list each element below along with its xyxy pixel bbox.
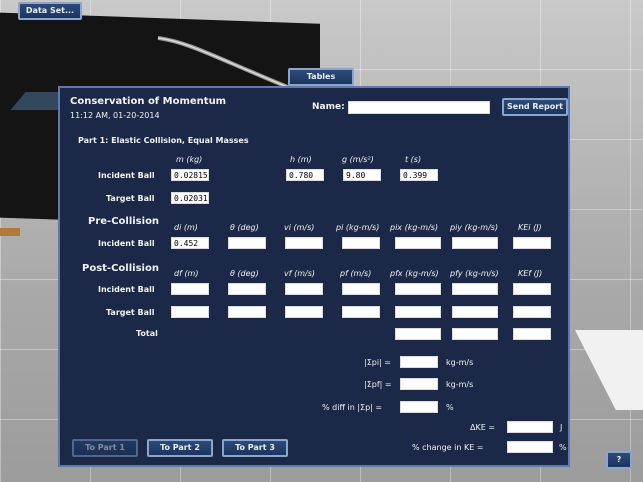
delta-ke-unit: J	[560, 423, 563, 432]
pfx-total-field[interactable]	[395, 328, 441, 340]
m-incident-field[interactable]: 0.02815	[171, 169, 209, 181]
pfy-incident-field[interactable]	[452, 283, 498, 295]
incident-ball-label: Incident Ball	[98, 171, 155, 180]
pfx-target-field[interactable]	[395, 306, 441, 318]
col-g: g (m/s²)	[342, 155, 374, 164]
to-part1-button[interactable]: To Part 1	[72, 439, 138, 457]
help-button[interactable]: ?	[606, 451, 632, 469]
pct-change-ke-label: % change in KE =	[412, 443, 484, 452]
m-target-field[interactable]: 0.02031	[171, 192, 209, 204]
data-set-button[interactable]: Data Set...	[18, 2, 82, 20]
kef-target-field[interactable]	[513, 306, 551, 318]
target-ball-label: Target Ball	[106, 194, 155, 203]
col-h: h (m)	[290, 155, 312, 164]
pre-col-pi: pi (kg-m/s)	[336, 223, 380, 232]
pre-incident-label: Incident Ball	[98, 239, 155, 248]
panel-title: Conservation of Momentum	[70, 96, 227, 107]
theta-target-field[interactable]	[228, 306, 266, 318]
name-input[interactable]	[348, 101, 490, 114]
pfy-total-field[interactable]	[452, 328, 498, 340]
kei-field[interactable]	[513, 237, 551, 249]
piy-field[interactable]	[452, 237, 498, 249]
pfy-target-field[interactable]	[452, 306, 498, 318]
sum-pf-unit: kg-m/s	[446, 380, 474, 389]
post-target-label: Target Ball	[106, 308, 155, 317]
delta-ke-field[interactable]	[507, 421, 553, 433]
df-target-field[interactable]	[171, 306, 209, 318]
col-t: t (s)	[405, 155, 422, 164]
post-col-df: df (m)	[174, 269, 199, 278]
post-incident-label: Incident Ball	[98, 285, 155, 294]
momentum-table-panel: Conservation of Momentum 11:12 AM, 01-20…	[58, 86, 570, 467]
pct-diff-field[interactable]	[400, 401, 438, 413]
pix-field[interactable]	[395, 237, 441, 249]
pre-col-piy: piy (kg-m/s)	[450, 223, 499, 232]
to-part3-button[interactable]: To Part 3	[222, 439, 288, 457]
pre-col-theta: θ (deg)	[230, 223, 259, 232]
post-col-theta: θ (deg)	[230, 269, 259, 278]
pi-field[interactable]	[342, 237, 380, 249]
sum-pi-label: |Σpi| =	[364, 358, 391, 367]
pf-incident-field[interactable]	[342, 283, 380, 295]
pre-col-di: di (m)	[174, 223, 198, 232]
kef-incident-field[interactable]	[513, 283, 551, 295]
pre-col-vi: vi (m/s)	[284, 223, 315, 232]
post-col-pf: pf (m/s)	[340, 269, 372, 278]
delta-ke-label: ΔKE =	[470, 423, 496, 432]
timestamp: 11:12 AM, 01-20-2014	[70, 111, 160, 120]
send-report-button[interactable]: Send Report	[502, 98, 568, 116]
sum-pi-unit: kg-m/s	[446, 358, 474, 367]
to-part2-button[interactable]: To Part 2	[147, 439, 213, 457]
pct-diff-unit: %	[446, 403, 454, 412]
vf-target-field[interactable]	[285, 306, 323, 318]
sum-pf-label: |Σpf| =	[364, 380, 392, 389]
post-col-kef: KEf (J)	[518, 269, 543, 278]
pct-change-ke-field[interactable]	[507, 441, 553, 453]
post-col-vf: vf (m/s)	[284, 269, 315, 278]
post-col-pfy: pfy (kg-m/s)	[450, 269, 499, 278]
post-col-pfx: pfx (kg-m/s)	[390, 269, 439, 278]
di-incident-field[interactable]: 0.452	[171, 237, 209, 249]
sum-pf-field[interactable]	[400, 378, 438, 390]
pre-col-kei: KEi (J)	[518, 223, 542, 232]
theta-incident-field[interactable]	[228, 283, 266, 295]
kef-total-field[interactable]	[513, 328, 551, 340]
vf-incident-field[interactable]	[285, 283, 323, 295]
theta-pre-field[interactable]	[228, 237, 266, 249]
col-m: m (kg)	[176, 155, 203, 164]
h-field[interactable]: 0.780	[286, 169, 324, 181]
sum-pi-field[interactable]	[400, 356, 438, 368]
table-edge	[0, 228, 20, 236]
g-field[interactable]: 9.80	[343, 169, 381, 181]
pre-collision-heading: Pre-Collision	[88, 216, 160, 227]
pfx-incident-field[interactable]	[395, 283, 441, 295]
part-title: Part 1: Elastic Collision, Equal Masses	[78, 136, 249, 145]
name-label: Name:	[312, 102, 345, 112]
t-field[interactable]: 0.399	[400, 169, 438, 181]
post-collision-heading: Post-Collision	[82, 263, 159, 274]
total-label: Total	[136, 329, 158, 338]
df-incident-field[interactable]	[171, 283, 209, 295]
vi-field[interactable]	[285, 237, 323, 249]
pct-change-ke-unit: %	[559, 443, 567, 452]
tables-tab[interactable]: Tables	[288, 68, 354, 86]
pf-target-field[interactable]	[342, 306, 380, 318]
pre-col-pix: pix (kg-m/s)	[390, 223, 439, 232]
pct-diff-label: % diff in |Σp| =	[322, 403, 383, 412]
